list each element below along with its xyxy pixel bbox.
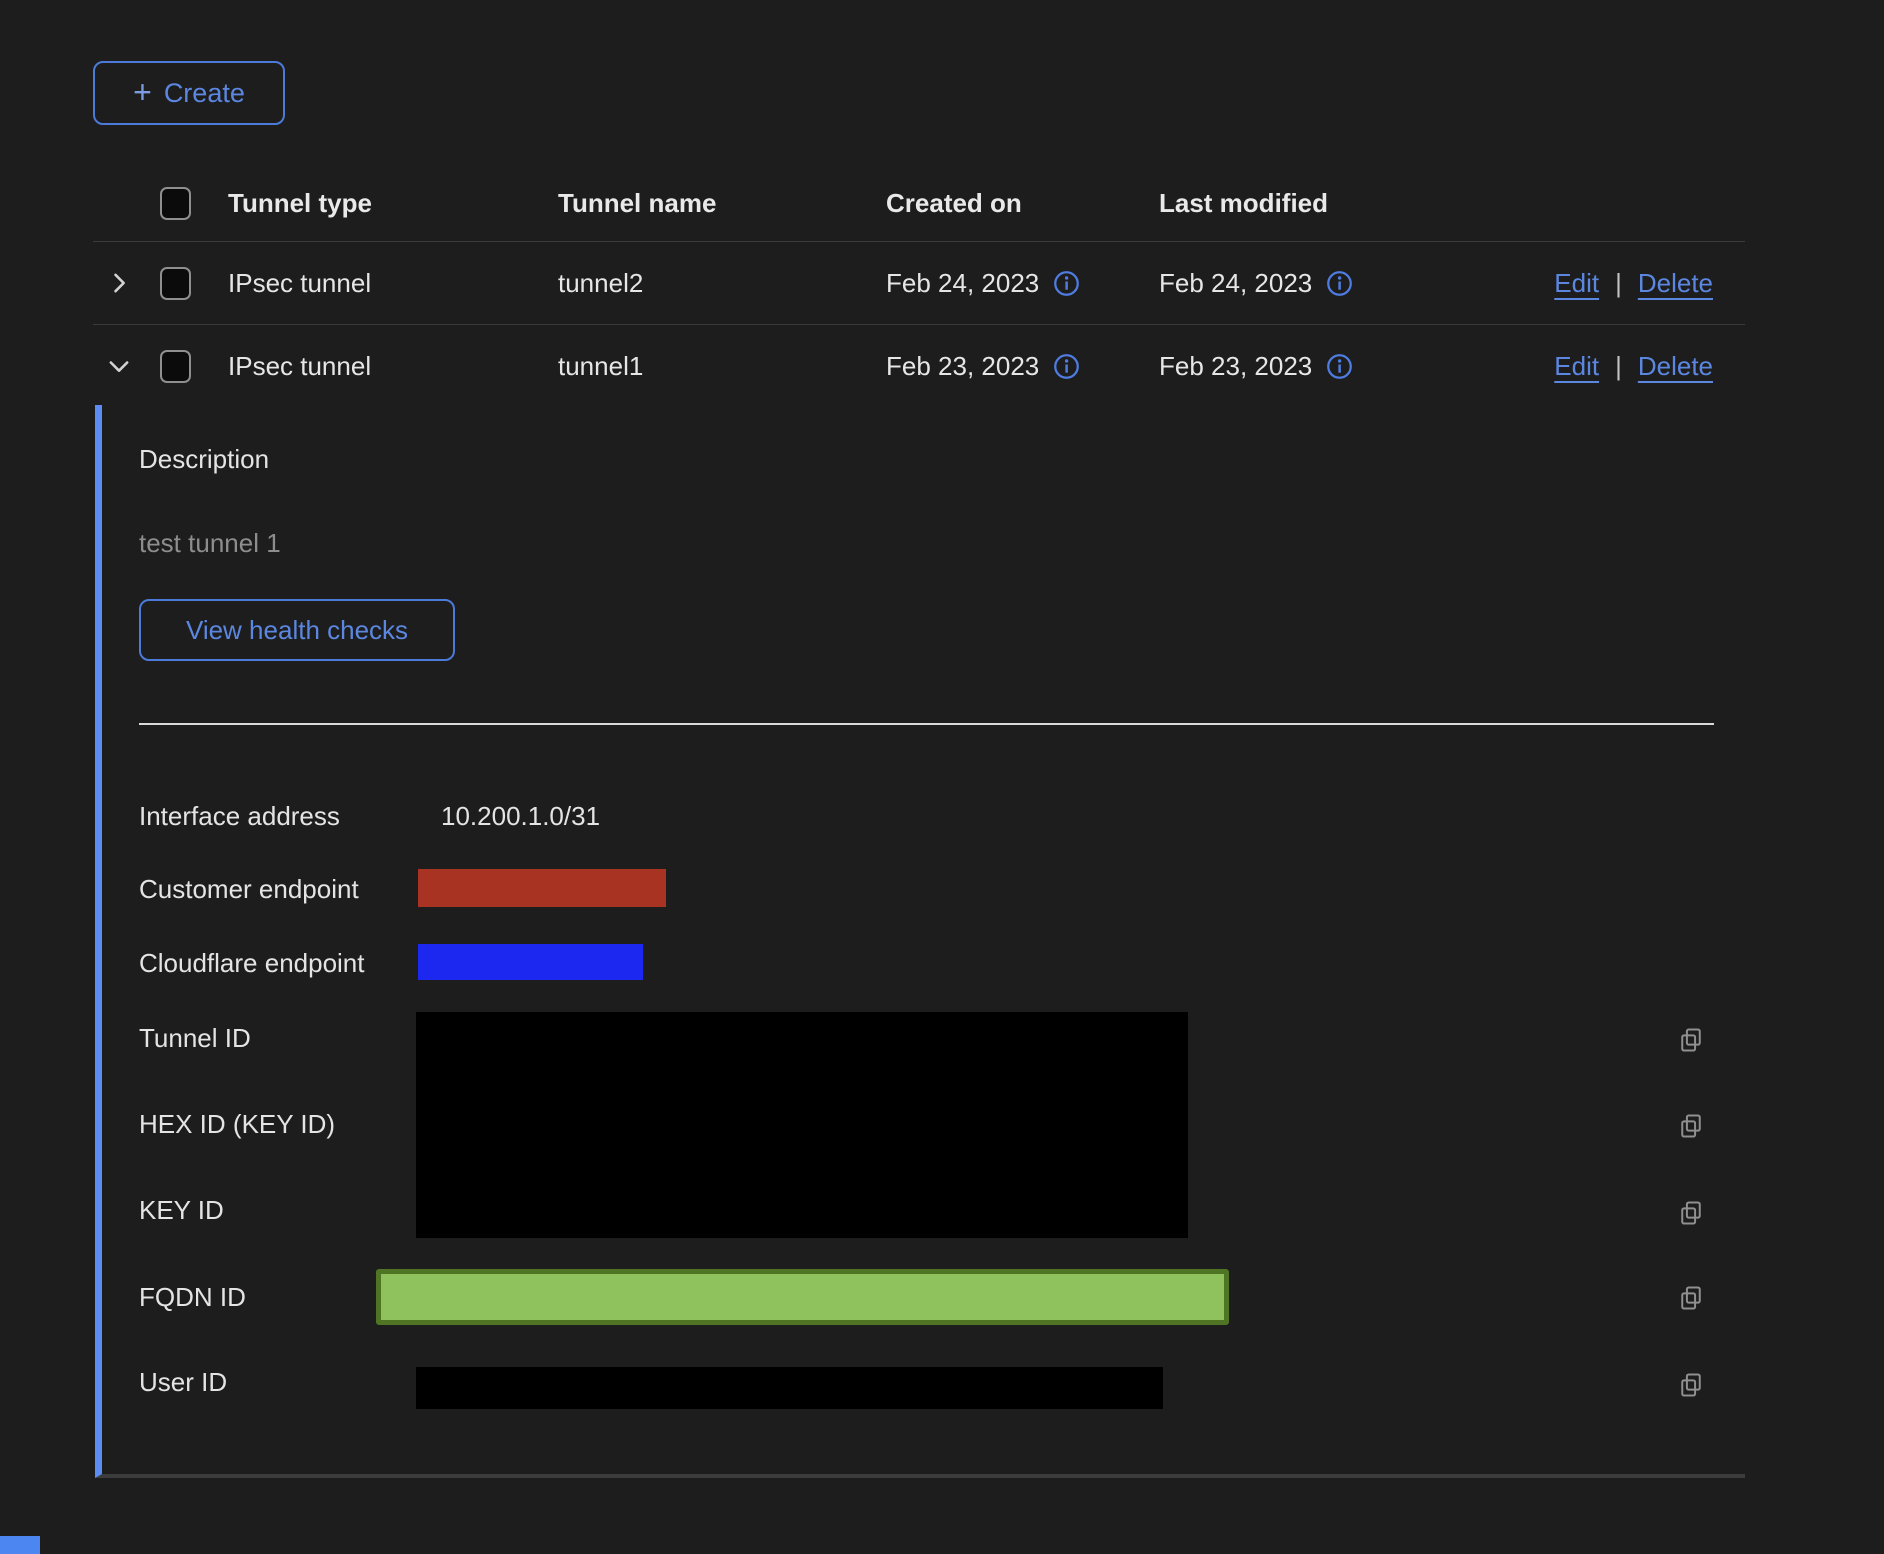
- bottom-left-accent: [0, 1536, 40, 1554]
- created-on-cell: Feb 24, 2023: [886, 268, 1039, 299]
- table-header-row: Tunnel type Tunnel name Created on Last …: [93, 166, 1745, 242]
- info-icon[interactable]: [1053, 270, 1080, 297]
- column-header-tunnel-name: Tunnel name: [558, 188, 886, 219]
- delete-link[interactable]: Delete: [1638, 351, 1713, 382]
- tunnel-type-cell: IPsec tunnel: [228, 268, 558, 299]
- view-health-checks-button[interactable]: View health checks: [139, 599, 455, 661]
- cloudflare-endpoint-label: Cloudflare endpoint: [139, 947, 365, 979]
- interface-address-value: 10.200.1.0/31: [441, 800, 600, 832]
- user-id-label: User ID: [139, 1366, 227, 1398]
- chevron-down-icon: [105, 352, 133, 380]
- create-button[interactable]: + Create: [93, 61, 285, 125]
- collapse-row-button[interactable]: [105, 352, 133, 380]
- tunnel-name-cell: tunnel2: [558, 268, 886, 299]
- column-header-last-modified: Last modified: [1159, 188, 1430, 219]
- fqdn-id-redacted-value: [376, 1269, 1229, 1325]
- table-row-tunnel2: IPsec tunnel tunnel2 Feb 24, 2023 Feb 24…: [93, 242, 1745, 325]
- description-value: test tunnel 1: [139, 527, 281, 559]
- column-header-created-on: Created on: [886, 188, 1159, 219]
- tunnel-detail-panel: Description test tunnel 1 View health ch…: [95, 405, 1745, 1478]
- created-on-cell: Feb 23, 2023: [886, 351, 1039, 382]
- tunnels-table: Tunnel type Tunnel name Created on Last …: [93, 166, 1745, 407]
- copy-icon: [1677, 1371, 1705, 1399]
- last-modified-cell: Feb 24, 2023: [1159, 268, 1312, 299]
- info-icon[interactable]: [1053, 353, 1080, 380]
- customer-endpoint-label: Customer endpoint: [139, 873, 359, 905]
- copy-key-id-button[interactable]: [1677, 1199, 1705, 1230]
- copy-fqdn-id-button[interactable]: [1677, 1284, 1705, 1315]
- create-button-label: Create: [164, 78, 245, 109]
- copy-icon: [1677, 1026, 1705, 1054]
- copy-tunnel-id-button[interactable]: [1677, 1026, 1705, 1057]
- user-id-redacted-value: [416, 1367, 1163, 1409]
- expand-row-button[interactable]: [105, 269, 133, 297]
- table-row-tunnel1: IPsec tunnel tunnel1 Feb 23, 2023 Feb 23…: [93, 325, 1745, 407]
- interface-address-label: Interface address: [139, 800, 340, 832]
- row-checkbox[interactable]: [160, 267, 191, 300]
- copy-user-id-button[interactable]: [1677, 1371, 1705, 1402]
- select-all-checkbox[interactable]: [160, 187, 191, 220]
- row-checkbox[interactable]: [160, 350, 191, 383]
- last-modified-cell: Feb 23, 2023: [1159, 351, 1312, 382]
- section-divider: [139, 723, 1714, 725]
- delete-link[interactable]: Delete: [1638, 268, 1713, 299]
- action-separator: |: [1615, 268, 1622, 299]
- edit-link[interactable]: Edit: [1554, 351, 1599, 382]
- tunnel-type-cell: IPsec tunnel: [228, 351, 558, 382]
- ipsec-tunnels-page: + Create Tunnel type Tunnel name Created…: [0, 0, 1884, 1554]
- plus-icon: +: [133, 76, 152, 108]
- column-header-tunnel-type: Tunnel type: [228, 188, 558, 219]
- cloudflare-endpoint-redacted-value: [418, 944, 643, 980]
- key-id-label: KEY ID: [139, 1194, 224, 1226]
- copy-icon: [1677, 1199, 1705, 1227]
- hex-id-label: HEX ID (KEY ID): [139, 1108, 335, 1140]
- action-separator: |: [1615, 351, 1622, 382]
- description-label: Description: [139, 443, 269, 475]
- ids-redacted-value: [416, 1012, 1188, 1238]
- tunnel-name-cell: tunnel1: [558, 351, 886, 382]
- info-icon[interactable]: [1326, 270, 1353, 297]
- fqdn-id-label: FQDN ID: [139, 1281, 246, 1313]
- tunnel-id-label: Tunnel ID: [139, 1022, 251, 1054]
- copy-icon: [1677, 1112, 1705, 1140]
- customer-endpoint-redacted-value: [418, 869, 666, 907]
- chevron-right-icon: [105, 269, 133, 297]
- edit-link[interactable]: Edit: [1554, 268, 1599, 299]
- copy-hex-id-button[interactable]: [1677, 1112, 1705, 1143]
- copy-icon: [1677, 1284, 1705, 1312]
- info-icon[interactable]: [1326, 353, 1353, 380]
